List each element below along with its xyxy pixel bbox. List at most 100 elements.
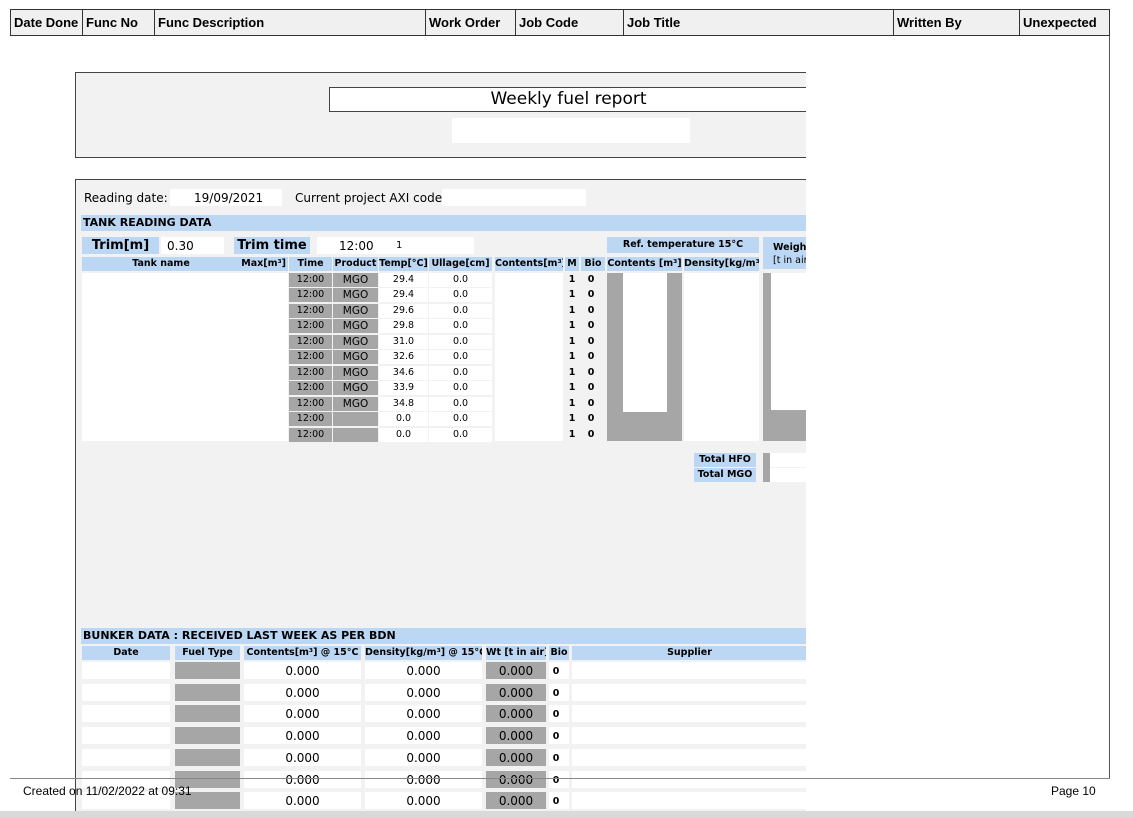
- col-density: Density[kg/m³]: [684, 257, 759, 271]
- product-cell: MGO: [342, 351, 369, 364]
- total-gray-marker: [763, 453, 770, 482]
- ullage-cell: 0.0: [452, 335, 469, 347]
- bio-cell: 0: [587, 351, 595, 363]
- bio-cell: 0: [587, 335, 595, 347]
- m-cell: 1: [568, 320, 576, 332]
- temp-cell: 0.0: [395, 413, 412, 425]
- bunker-fuel-type-cell: [175, 662, 240, 679]
- bunker-date-cell: [82, 748, 170, 766]
- weight-label-line1: Weight: [773, 242, 806, 253]
- report-title: Weekly fuel report: [329, 87, 806, 112]
- col-ref-contents: Contents [m³]: [607, 257, 682, 271]
- bunker-contents-cell: 0.000: [285, 685, 320, 700]
- bunker-col-contents: Contents[m³] @ 15°C: [244, 646, 361, 660]
- m-cell: 1: [568, 366, 576, 378]
- reading-date-label: Reading date:: [84, 191, 168, 205]
- header-func-no: Func No: [82, 10, 154, 35]
- bunker-supplier-cell: [572, 792, 806, 810]
- ullage-cell: 0.0: [452, 382, 469, 394]
- footer-created: Created on 11/02/2022 at 09:31: [23, 784, 192, 798]
- m-cell: 1: [568, 413, 576, 425]
- product-cell: MGO: [342, 397, 369, 410]
- time-cell: 12:00: [296, 335, 325, 347]
- bunker-fuel-type-cell: [175, 748, 240, 766]
- bunker-wt-cell: 0.000: [498, 772, 534, 787]
- temp-cell: 32.6: [392, 351, 415, 363]
- time-cell: 12:00: [296, 413, 325, 425]
- m-cell: 1: [568, 289, 576, 301]
- ullage-cell: 0.0: [452, 413, 469, 425]
- bio-cell: 0: [587, 366, 595, 378]
- bunker-density-cell: 0.000: [406, 685, 441, 700]
- weight-label: Weight [t in air: [763, 237, 806, 269]
- bunker-supplier-cell: [572, 770, 806, 788]
- tank-section-header: TANK READING DATA: [81, 215, 806, 231]
- bunker-wt-cell: 0.000: [498, 750, 534, 765]
- time-cell: 12:00: [296, 320, 325, 332]
- col-tank-name: Tank name: [82, 257, 240, 271]
- col-bio: Bio: [581, 257, 605, 271]
- ref-temp-label: Ref. temperature 15°C: [607, 237, 759, 253]
- m-cell: 1: [568, 304, 576, 316]
- col-time: Time: [289, 257, 332, 271]
- m-cell: 1: [568, 397, 576, 409]
- bio-cell: 0: [587, 274, 595, 285]
- bottom-scroll-bar: [0, 811, 1133, 818]
- col-m: M: [565, 257, 579, 271]
- time-cell: 12:00: [296, 366, 325, 378]
- ullage-cell: 0.0: [452, 366, 469, 378]
- total-mgo-label: Total MGO: [694, 468, 756, 482]
- bunker-fuel-type-cell: [175, 683, 240, 701]
- bunker-col-wt: Wt [t in air]: [486, 646, 546, 660]
- product-cell-bg: [333, 412, 378, 427]
- page-right-border: [1109, 36, 1110, 778]
- m-cell: 1: [568, 274, 576, 285]
- bunker-date-cell: [82, 683, 170, 701]
- m-cell: 1: [568, 351, 576, 363]
- contents-column: [495, 273, 563, 441]
- header-written-by: Written By: [893, 10, 1019, 35]
- bunker-supplier-cell: [572, 727, 806, 745]
- time-cell: 12:00: [296, 351, 325, 363]
- column-header-row: Date Done Func No Func Description Work …: [10, 9, 1110, 36]
- product-cell: MGO: [342, 335, 369, 348]
- bio-cell: 0: [587, 289, 595, 301]
- temp-cell: 34.8: [392, 397, 415, 409]
- temp-cell: 29.4: [392, 274, 415, 285]
- product-cell: MGO: [342, 382, 369, 395]
- product-cell: MGO: [342, 366, 369, 379]
- product-cell: MGO: [342, 304, 369, 317]
- ullage-cell: 0.0: [452, 274, 469, 285]
- header-job-code: Job Code: [515, 10, 623, 35]
- ullage-cell: 0.0: [452, 320, 469, 332]
- bunker-section-header: BUNKER DATA : RECEIVED LAST WEEK AS PER …: [81, 628, 806, 644]
- bunker-contents-cell: 0.000: [285, 707, 320, 722]
- bio-cell: 0: [587, 320, 595, 332]
- bunker-bio-cell: 0: [552, 666, 560, 677]
- bunker-bio-cell: 0: [552, 796, 560, 808]
- temp-cell: 0.0: [395, 428, 412, 440]
- temp-cell: 33.9: [392, 382, 415, 394]
- trim-time-value: 12:00: [339, 239, 374, 253]
- time-cell: 12:00: [296, 304, 325, 316]
- col-ullage: Ullage[cm]: [429, 257, 492, 271]
- report-body: Reading date: 19/09/2021 Current project…: [75, 179, 806, 818]
- temp-cell: 34.6: [392, 366, 415, 378]
- bunker-contents-cell: 0.000: [285, 772, 320, 787]
- bunker-bio-cell: 0: [552, 731, 560, 743]
- m-cell: 1: [568, 428, 576, 440]
- weight-column-inner: [771, 273, 806, 410]
- weight-label-line2: [t in air: [773, 255, 806, 266]
- time-cell: 12:00: [296, 397, 325, 409]
- product-cell-bg: [333, 427, 378, 442]
- temp-cell: 29.6: [392, 304, 415, 316]
- trim-value: 0.30: [167, 239, 194, 253]
- bunker-col-density: Density[kg/m³] @ 15°C: [365, 646, 482, 660]
- m-cell: 1: [568, 335, 576, 347]
- bunker-supplier-cell: [572, 662, 806, 679]
- tank-name-column: [82, 273, 288, 441]
- col-max: Max[m³]: [240, 257, 288, 271]
- ullage-cell: 0.0: [452, 397, 469, 409]
- report-subtitle-field: [452, 118, 690, 143]
- ullage-cell: 0.0: [452, 351, 469, 363]
